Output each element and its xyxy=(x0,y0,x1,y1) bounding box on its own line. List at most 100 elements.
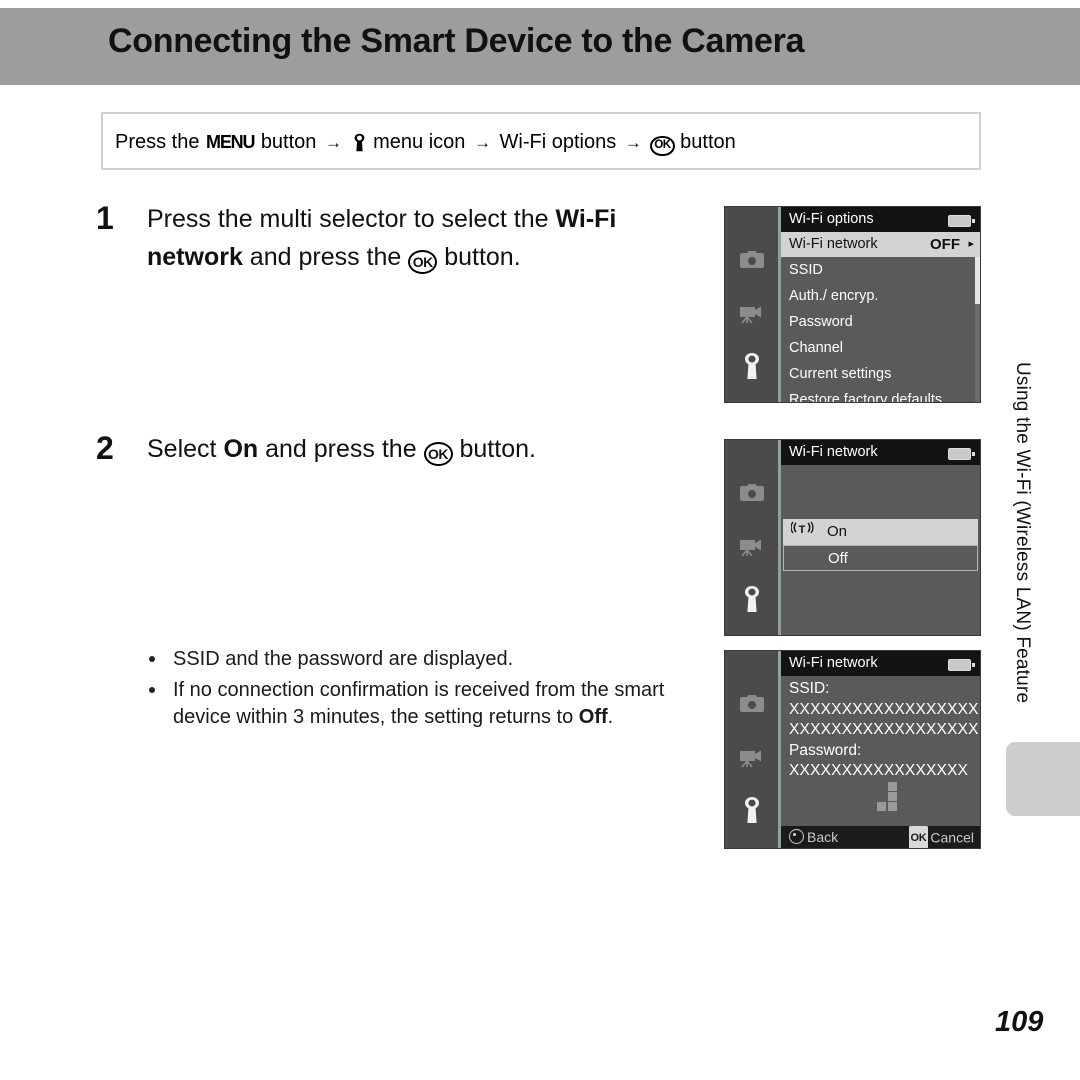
menu-path-prefix: Press the xyxy=(115,131,200,153)
note-text-1: SSID and the password are displayed. xyxy=(173,648,514,670)
movie-camera-icon xyxy=(725,747,778,773)
menu-item-label: Password xyxy=(789,314,853,330)
camera-icon xyxy=(725,484,778,508)
menu-item-password[interactable]: Password xyxy=(781,310,976,335)
bullet-dot-icon xyxy=(149,656,155,662)
battery-icon xyxy=(948,215,975,227)
screen3-footer: Back OK Cancel xyxy=(781,826,980,848)
step-1-number: 1 xyxy=(96,200,114,236)
battery-icon xyxy=(948,659,975,671)
step-1-text-middle: and press the xyxy=(242,243,409,271)
menu-item-label: Current settings xyxy=(789,366,892,382)
menu-path-box: Press the MENU button → menu icon → Wi-F… xyxy=(101,112,981,170)
menu-item-label: Restore factory defaults xyxy=(789,392,943,403)
menu-item-label: Auth./ encryp. xyxy=(789,288,879,304)
list-item: SSID and the password are displayed. xyxy=(145,646,690,673)
wrench-icon xyxy=(725,796,778,829)
menu-item-label: SSID xyxy=(789,262,823,278)
screen2-titlebar: Wi-Fi network xyxy=(781,440,980,465)
menu-path-word-button-1: button xyxy=(260,131,317,153)
multi-selector-icon xyxy=(789,829,804,844)
chapter-side-tab xyxy=(1006,742,1080,816)
signal-bars-icon xyxy=(877,782,909,812)
signal-bar-4 xyxy=(888,782,897,791)
step-2-text-before: Select xyxy=(147,435,224,463)
ok-button-icon: OK xyxy=(908,826,929,848)
option-label: Off xyxy=(828,550,848,567)
chapter-side-label: Using the Wi-Fi (Wireless LAN) Feature xyxy=(1012,362,1033,704)
step-2-text-middle: and press the xyxy=(258,435,424,463)
signal-bar-2 xyxy=(888,802,897,811)
ssid-value-line-1: XXXXXXXXXXXXXXXXXX xyxy=(789,700,979,718)
arrow-right-icon-1: → xyxy=(324,133,342,152)
screen3-title: Wi-Fi network xyxy=(789,655,878,671)
wrench-icon xyxy=(725,585,778,618)
screen2-title: Wi-Fi network xyxy=(789,444,878,460)
screen1-titlebar: Wi-Fi options xyxy=(781,207,980,232)
menu-path-menu-icon-label: menu icon xyxy=(373,131,466,153)
menu-path-word-button-2: button xyxy=(680,131,736,153)
cancel-button[interactable]: OK Cancel xyxy=(908,826,974,848)
back-label: Back xyxy=(807,829,839,845)
menu-item-ssid[interactable]: SSID xyxy=(781,258,976,283)
battery-icon xyxy=(948,448,975,460)
credentials-block: SSID: XXXXXXXXXXXXXXXXXX XXXXXXXXXXXXXXX… xyxy=(789,679,979,782)
menu-button-icon: MENU xyxy=(206,132,255,152)
option-wifi-on[interactable]: T On xyxy=(783,519,978,545)
list-item: If no connection confirmation is receive… xyxy=(145,677,690,731)
step-1-text-before: Press the multi selector to select the xyxy=(147,205,556,233)
wifi-antenna-icon: T xyxy=(790,519,815,545)
arrow-right-icon-3: → xyxy=(624,133,642,152)
step-2-number: 2 xyxy=(96,430,114,466)
menu-path-line: Press the MENU button → menu icon → Wi-F… xyxy=(115,128,736,157)
screen3-titlebar: Wi-Fi network xyxy=(781,651,980,676)
menu-item-label: Channel xyxy=(789,340,844,356)
chevron-right-icon: ▸ xyxy=(968,238,974,250)
menu-item-channel[interactable]: Channel xyxy=(781,336,976,361)
arrow-right-icon-2: → xyxy=(473,133,491,152)
menu-item-value: OFF xyxy=(930,236,960,253)
step-1-text: Press the multi selector to select the W… xyxy=(147,200,707,276)
wrench-icon xyxy=(351,132,374,154)
password-label: Password: xyxy=(789,741,862,759)
menu-item-auth-encryp[interactable]: Auth./ encryp. xyxy=(781,284,976,309)
screen1-sidebar-icons xyxy=(725,207,778,402)
step-2-text-after: button. xyxy=(452,435,536,463)
camera-icon xyxy=(725,695,778,719)
page-title: Connecting the Smart Device to the Camer… xyxy=(108,22,805,60)
wrench-icon xyxy=(725,352,778,385)
signal-bar-1 xyxy=(877,802,886,811)
camera-screen-wifi-options: Wi-Fi options Wi-Fi network OFF ▸ SSID A… xyxy=(724,206,981,403)
ok-button-icon: OK xyxy=(423,442,453,466)
note-text-2-bold: Off xyxy=(578,706,608,728)
menu-item-label: Wi-Fi network xyxy=(789,236,878,252)
camera-screen-wifi-credentials: Wi-Fi network SSID: XXXXXXXXXXXXXXXXXX X… xyxy=(724,650,981,849)
menu-path-option-label: Wi-Fi options xyxy=(499,131,617,153)
ok-button-icon: OK xyxy=(408,250,438,274)
cancel-label: Cancel xyxy=(930,829,974,846)
password-value-line-1: XXXXXXXXXXXXXXXXX xyxy=(789,762,969,779)
screen2-sidebar-icons xyxy=(725,440,778,635)
back-button[interactable]: Back xyxy=(789,826,838,848)
svg-text:T: T xyxy=(799,524,806,536)
ssid-label: SSID: xyxy=(789,680,830,697)
camera-icon xyxy=(725,251,778,275)
menu-item-current-settings[interactable]: Current settings xyxy=(781,362,976,387)
option-label: On xyxy=(827,523,848,540)
signal-bar-3 xyxy=(888,792,897,801)
camera-screen-wifi-network-toggle: Wi-Fi network T On Off xyxy=(724,439,981,636)
step-2-text: Select On and press the OK button. xyxy=(147,430,707,468)
movie-camera-icon xyxy=(725,303,778,329)
screen3-sidebar-icons xyxy=(725,651,778,848)
notes-list: SSID and the password are displayed. If … xyxy=(145,646,690,735)
ssid-value-line-2: XXXXXXXXXXXXXXXXXX xyxy=(789,721,979,738)
note-text-2-after: . xyxy=(607,706,614,728)
menu-item-restore-factory-defaults[interactable]: Restore factory defaults xyxy=(781,388,976,403)
step-2-bold-term: On xyxy=(223,435,259,463)
screen1-title: Wi-Fi options xyxy=(789,211,874,227)
bullet-dot-icon xyxy=(149,687,155,693)
ok-button-icon: OK xyxy=(650,135,675,156)
page-number: 109 xyxy=(995,1006,1044,1038)
menu-item-wifi-network[interactable]: Wi-Fi network OFF ▸ xyxy=(781,232,980,257)
option-wifi-off[interactable]: Off xyxy=(783,545,978,571)
